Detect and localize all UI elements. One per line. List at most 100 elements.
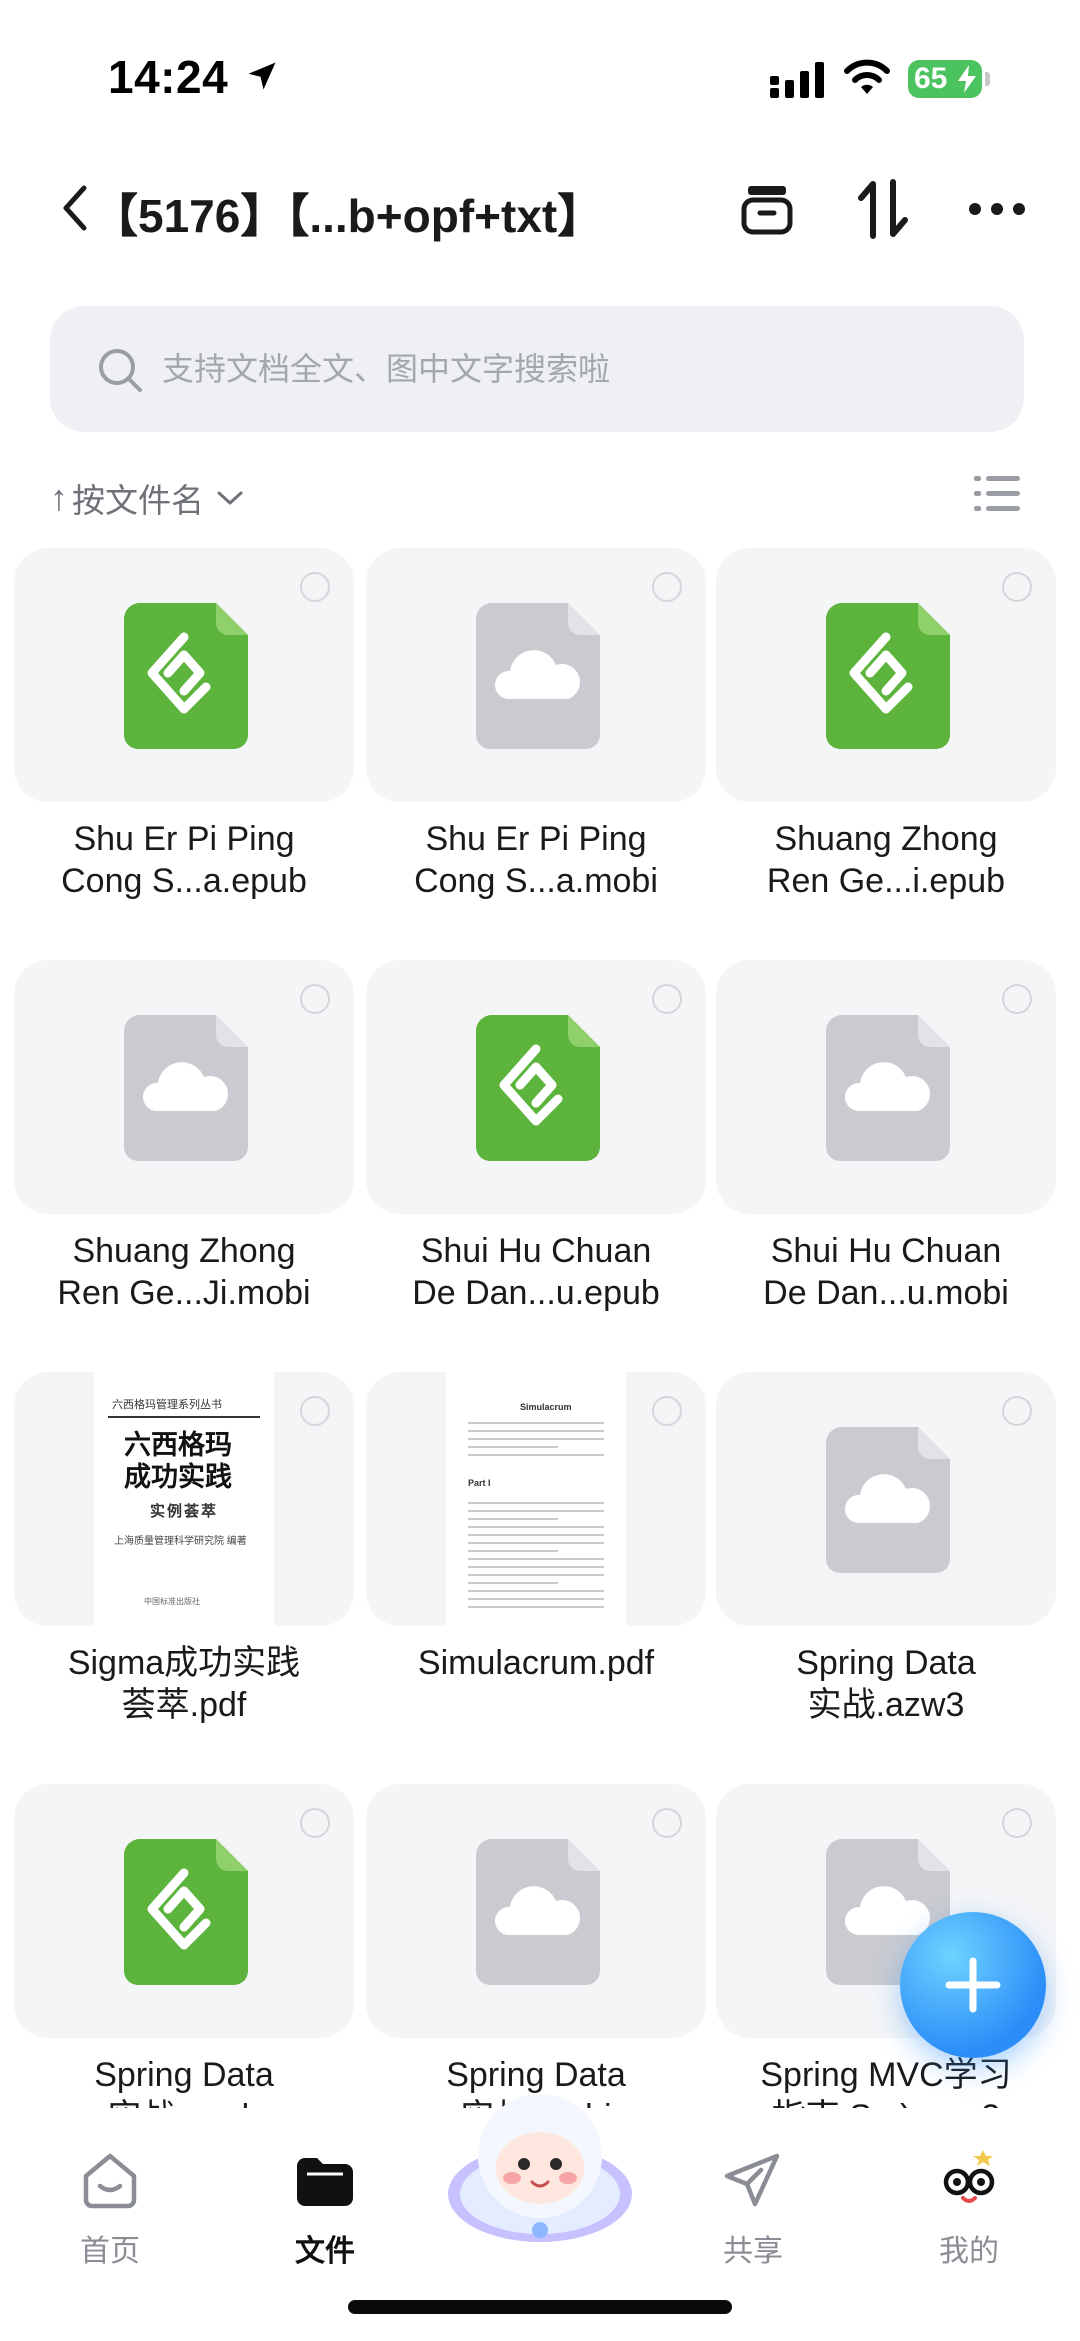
status-bar: 14:24 65 [0,0,1080,150]
file-card[interactable] [366,548,706,802]
box-icon [741,186,793,235]
folder-icon [297,2158,353,2206]
file-card[interactable] [14,960,354,1214]
battery-level: 65 [914,62,948,95]
thumb-subtitle: 实例荟萃 [150,1503,219,1520]
pdf-text-line [468,1566,604,1568]
select-checkbox[interactable] [1002,984,1032,1014]
file-card[interactable] [366,960,706,1214]
file-name: Spring MVC学习 指南 S...).azw3 [760,2056,1012,2108]
select-checkbox[interactable] [652,572,682,602]
file-card[interactable] [366,1784,706,2038]
header: 【5176】【...b+opf+txt】 [0,160,1080,260]
epub-file-icon [124,1839,248,1985]
nav-profile[interactable]: 我的 [904,2138,1034,2278]
file-name: Spring Data 实战.azw3 [796,1644,976,1724]
thumb-publisher: 中国标准出版社 [144,1597,200,1606]
file-card[interactable] [716,548,1056,802]
pdf-text-line [468,1582,558,1584]
thumb-pdf-title: Simulacrum [520,1402,572,1412]
select-checkbox[interactable] [1002,572,1032,602]
pdf-text-line [468,1454,604,1456]
select-checkbox[interactable] [300,572,330,602]
pdf-text-line [468,1542,604,1544]
wifi-icon [844,59,890,94]
pdf-text-line [468,1534,604,1536]
file-card[interactable] [716,1372,1056,1626]
sort-selector[interactable]: ↑ 按文件名 [50,470,244,526]
home-icon [83,2153,137,2209]
battery-cap [985,72,990,86]
pdf-text-line [468,1510,604,1512]
pdf-text-line [468,1446,558,1448]
mascot-assistant-icon[interactable] [442,2082,638,2252]
cellular-signal-icon [770,62,824,98]
share-icon [724,2153,780,2207]
select-checkbox[interactable] [300,984,330,1014]
file-name: Spring Data 实战.epub [94,2056,274,2108]
nav-label-share: 共享 [723,2235,783,2268]
select-checkbox[interactable] [300,1396,330,1426]
file-card[interactable] [716,960,1056,1214]
pdf-text-line [468,1502,604,1504]
pdf-text-line [468,1590,604,1592]
book-cover-thumbnail: 六西格玛管理系列丛书 六西格玛 成功实践 实例荟萃 上海质量管理科学研究院 编著… [94,1372,274,1626]
file-card[interactable] [14,548,354,802]
pdf-text-line [468,1518,558,1520]
file-card[interactable] [14,1784,354,2038]
add-button[interactable] [900,1912,1046,2058]
nav-label-files: 文件 [295,2235,355,2268]
search-icon [99,349,142,392]
epub-file-icon [476,1015,600,1161]
pdf-text-line [468,1574,604,1576]
profile-icon [943,2150,995,2203]
file-card[interactable]: Simulacrum Part I [366,1372,706,1626]
folder-title: 【5176】【...b+opf+txt】 [92,190,604,242]
file-name: Shui Hu Chuan De Dan...u.mobi [763,1232,1009,1312]
charging-bolt-icon [958,65,976,93]
file-name: Sigma成功实践 荟萃.pdf [67,1644,301,1724]
epub-file-icon [124,603,248,749]
sort-direction-arrow: ↑ [50,477,68,518]
cloud-file-icon [476,603,600,749]
cloud-file-icon [476,1839,600,1985]
sort-label: 按文件名 [72,482,204,519]
location-arrow-icon [248,62,276,90]
file-name: Shu Er Pi Ping Cong S...a.epub [61,820,307,900]
list-view-icon[interactable] [974,474,1020,514]
battery-indicator: 65 [908,60,982,98]
thumb-title: 六西格玛 成功实践 [124,1430,232,1493]
chevron-down-icon [217,491,243,505]
file-name: Shu Er Pi Ping Cong S...a.mobi [414,820,658,900]
pdf-text-line [468,1526,604,1528]
nav-share[interactable]: 共享 [688,2138,818,2278]
archive-button[interactable] [736,178,798,240]
status-time: 14:24 [108,51,229,103]
sort-button[interactable] [852,178,914,240]
select-checkbox[interactable] [1002,1808,1032,1838]
pdf-text-line [468,1606,604,1608]
pdf-text-line [468,1598,604,1600]
pdf-text-line [468,1422,604,1424]
pdf-text-line [468,1438,604,1440]
search-bar[interactable] [50,306,1024,432]
select-checkbox[interactable] [652,984,682,1014]
epub-file-icon [826,603,950,749]
nav-home[interactable]: 首页 [45,2138,175,2278]
cloud-file-icon [826,1427,950,1573]
select-checkbox[interactable] [300,1808,330,1838]
file-grid: Shu Er Pi Ping Cong S...a.epub Shu Er Pi… [0,548,1080,2108]
thumb-rule [108,1416,260,1418]
pdf-text-line [468,1558,604,1560]
select-checkbox[interactable] [652,1808,682,1838]
select-checkbox[interactable] [652,1396,682,1426]
select-checkbox[interactable] [1002,1396,1032,1426]
back-chevron-icon[interactable] [58,182,94,234]
pdf-page-thumbnail: Simulacrum Part I [446,1372,626,1626]
search-input[interactable] [162,342,982,396]
sort-updown-icon [858,179,908,239]
more-button[interactable] [966,178,1028,240]
plus-icon [945,1957,1001,2013]
nav-files[interactable]: 文件 [260,2138,390,2278]
file-card[interactable]: 六西格玛管理系列丛书 六西格玛 成功实践 实例荟萃 上海质量管理科学研究院 编著… [14,1372,354,1626]
